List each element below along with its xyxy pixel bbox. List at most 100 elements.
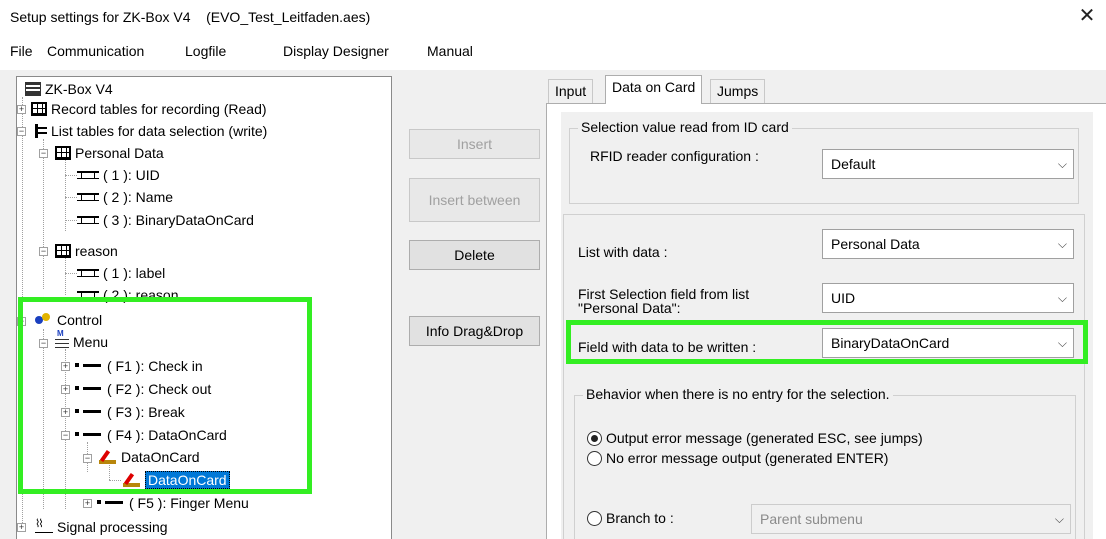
tree-field-label: ( 3 ): BinaryDataOnCard (103, 212, 254, 228)
function-key-icon (75, 363, 103, 369)
collapse-minus-icon[interactable]: − (39, 339, 48, 348)
tree-menu-item-f3[interactable]: ( F3 ): Break (75, 402, 185, 422)
expand-plus-icon[interactable]: + (83, 499, 92, 508)
function-key-icon (75, 386, 103, 392)
collapse-minus-icon[interactable]: − (39, 149, 48, 158)
chevron-down-icon: ⌵ (1054, 512, 1064, 526)
table-grid-icon (55, 146, 71, 160)
tree-dataoncard-selected-label: DataOnCard (145, 471, 230, 489)
expand-plus-icon[interactable]: + (61, 408, 70, 417)
tree-control[interactable]: Control (35, 310, 102, 330)
group-behavior: Behavior when there is no entry for the … (574, 386, 1076, 539)
branch-to-select[interactable]: Parent submenu ⌵ (751, 504, 1071, 534)
tree-record-tables-label: Record tables for recording (Read) (51, 101, 267, 117)
tree-root[interactable]: ZK-Box V4 (25, 79, 113, 99)
expand-plus-icon[interactable]: + (61, 362, 70, 371)
control-key-icon (35, 313, 53, 327)
tree-menu-label: Menu (73, 334, 109, 350)
card-write-icon (121, 473, 141, 487)
radio-branch-to[interactable]: Branch to : (587, 510, 674, 526)
expand-plus-icon[interactable]: + (17, 523, 26, 532)
group-selection-value-title: Selection value read from ID card (578, 119, 792, 135)
tree-control-label: Control (57, 312, 103, 328)
tree-list-tables-label: List tables for data selection (write) (51, 123, 268, 139)
tree-pd-field-name[interactable]: ( 2 ): Name (77, 187, 173, 207)
tree-menu-item-f5[interactable]: ( F5 ): Finger Menu (97, 493, 249, 513)
rfid-select-value: Default (831, 156, 876, 172)
tree-menu[interactable]: Menu (55, 329, 109, 352)
menu-display-designer[interactable]: Display Designer (283, 43, 389, 59)
field-to-write-value: BinaryDataOnCard (831, 335, 950, 351)
tree-menu-item-label: ( F2 ): Check out (107, 381, 212, 397)
collapse-minus-icon[interactable]: − (61, 431, 70, 440)
signal-wave-icon (35, 517, 53, 533)
insert-button[interactable]: Insert (409, 129, 540, 159)
rfid-label: RFID reader configuration : (590, 148, 759, 164)
tree-personal-data-label: Personal Data (75, 145, 164, 161)
tree-reason-field-reason[interactable]: ( 2 ): reason (77, 285, 178, 305)
field-icon (77, 291, 99, 299)
insert-between-button[interactable]: Insert between (409, 178, 540, 222)
field-icon (77, 216, 99, 224)
collapse-minus-icon[interactable]: − (39, 247, 48, 256)
first-selection-value: UID (831, 290, 856, 306)
tree-menu-item-f1[interactable]: ( F1 ): Check in (75, 356, 203, 376)
tree-field-label: ( 2 ): reason (103, 287, 179, 303)
chevron-down-icon: ⌵ (1057, 291, 1067, 305)
tree-menu-item-f4[interactable]: ( F4 ): DataOnCard (75, 425, 227, 445)
tree-root-label: ZK-Box V4 (45, 81, 113, 97)
tab-data-on-card[interactable]: Data on Card (605, 75, 703, 104)
group-selection-value: Selection value read from ID card RFID r… (569, 119, 1079, 204)
tree-signal-processing[interactable]: Signal processing (35, 517, 168, 537)
first-selection-select[interactable]: UID ⌵ (822, 283, 1074, 313)
expand-plus-icon[interactable]: + (61, 385, 70, 394)
tree-dataoncard-selected[interactable]: DataOnCard (121, 470, 230, 490)
tree-list-tables[interactable]: List tables for data selection (write) (35, 121, 267, 141)
tree-menu-item-f2[interactable]: ( F2 ): Check out (75, 379, 211, 399)
tree-field-label: ( 1 ): label (103, 265, 166, 281)
collapse-minus-icon[interactable]: − (17, 317, 26, 326)
window-title: Setup settings for ZK-Box V4 (EVO_Test_L… (10, 9, 371, 25)
menu-communication[interactable]: Communication (47, 43, 144, 59)
table-grid-icon (31, 102, 47, 116)
menu-manual[interactable]: Manual (427, 43, 473, 59)
tree-dataoncard-parent[interactable]: DataOnCard (97, 447, 200, 467)
tree-reason[interactable]: reason (55, 241, 118, 261)
list-with-data-select[interactable]: Personal Data ⌵ (822, 229, 1074, 259)
info-drag-drop-button[interactable]: Info Drag&Drop (409, 316, 540, 346)
radio-no-error[interactable]: No error message output (generated ENTER… (587, 450, 888, 466)
title-bar: Setup settings for ZK-Box V4 (EVO_Test_L… (0, 0, 1106, 36)
collapse-minus-icon[interactable]: − (17, 127, 26, 136)
chevron-down-icon: ⌵ (1057, 237, 1067, 251)
settings-tree[interactable]: ZK-Box V4 + Record tables for recording … (16, 76, 392, 539)
expand-plus-icon[interactable]: + (17, 105, 26, 114)
field-to-write-select[interactable]: BinaryDataOnCard ⌵ (822, 328, 1074, 358)
field-icon (77, 193, 99, 201)
group-behavior-title: Behavior when there is no entry for the … (583, 386, 893, 402)
tree-pd-field-uid[interactable]: ( 1 ): UID (77, 165, 160, 185)
list-with-data-value: Personal Data (831, 236, 920, 252)
field-icon (77, 171, 99, 179)
close-icon[interactable]: ✕ (1076, 6, 1098, 28)
rfid-select[interactable]: Default ⌵ (822, 149, 1074, 179)
menu-file[interactable]: File (10, 43, 33, 59)
radio-no-error-label: No error message output (generated ENTER… (606, 450, 889, 466)
tree-personal-data[interactable]: Personal Data (55, 143, 164, 163)
list-with-data-label: List with data : (578, 244, 668, 260)
radio-selected-icon (587, 430, 602, 446)
tree-menu-item-label: ( F4 ): DataOnCard (107, 427, 227, 443)
tree-pd-field-binary[interactable]: ( 3 ): BinaryDataOnCard (77, 210, 254, 230)
collapse-minus-icon[interactable]: − (83, 454, 92, 463)
root-icon (25, 82, 41, 96)
tab-input[interactable]: Input (548, 79, 594, 103)
tab-jumps[interactable]: Jumps (710, 79, 766, 103)
radio-unselected-icon (587, 510, 602, 526)
radio-output-error[interactable]: Output error message (generated ESC, see… (587, 430, 923, 446)
tree-field-label: ( 1 ): UID (103, 167, 160, 183)
tree-reason-field-label[interactable]: ( 1 ): label (77, 263, 165, 283)
tree-record-tables[interactable]: Record tables for recording (Read) (31, 99, 267, 119)
menu-logfile[interactable]: Logfile (185, 43, 226, 59)
field-to-write-label: Field with data to be written : (578, 339, 757, 355)
delete-button[interactable]: Delete (409, 240, 540, 270)
tree-menu-item-label: ( F1 ): Check in (107, 358, 203, 374)
